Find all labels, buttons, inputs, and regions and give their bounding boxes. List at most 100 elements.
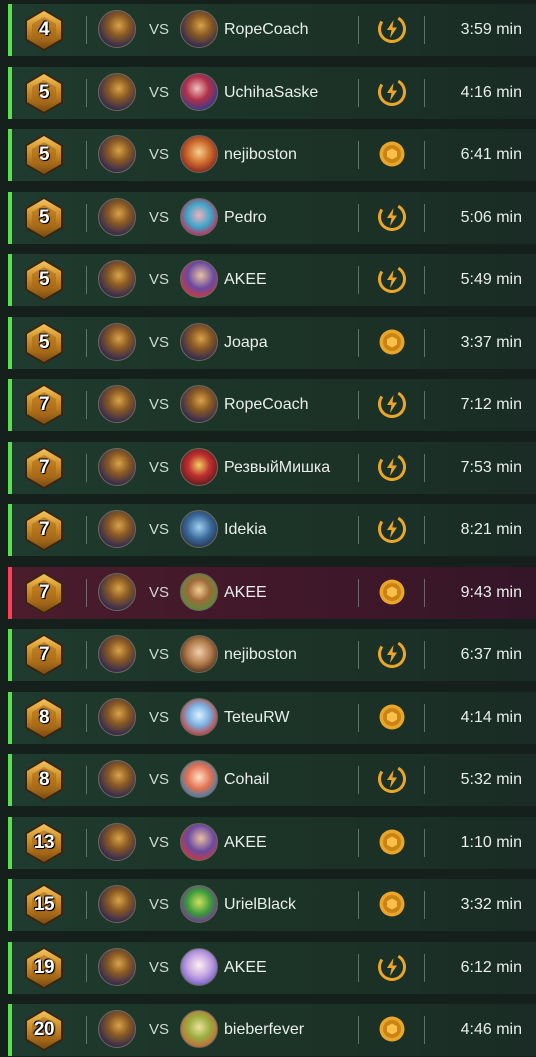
opponent-name[interactable]: RopeCoach — [224, 379, 309, 431]
mode-icon — [378, 202, 406, 231]
match-row[interactable]: 4 VS RopeCoach 3:59 min — [8, 4, 536, 56]
opponent-name[interactable]: nejiboston — [224, 129, 297, 181]
match-row[interactable]: 13 VS AKEE 1:10 min — [8, 816, 536, 869]
match-row[interactable]: 7 VS РезвыйМишка 7:53 min — [8, 441, 536, 494]
opponent-name[interactable]: Idekia — [224, 504, 267, 556]
mode-icon — [378, 640, 406, 668]
match-row[interactable]: 7 VS AKEE 9:43 min — [8, 566, 536, 619]
opponent-name[interactable]: UrielBlack — [224, 879, 296, 931]
match-row[interactable]: 20 VS bieberfever 4:46 min — [8, 1004, 536, 1056]
player-avatar — [98, 135, 136, 173]
opponent-avatar[interactable] — [180, 885, 218, 923]
player-avatar — [98, 760, 136, 798]
divider — [424, 16, 425, 44]
lightning-icon — [378, 15, 406, 44]
divider — [358, 391, 359, 419]
mode-icon — [378, 703, 406, 731]
opponent-name[interactable]: AKEE — [224, 254, 267, 306]
match-duration: 3:32 min — [460, 896, 522, 913]
divider — [358, 641, 359, 669]
divider — [358, 578, 359, 607]
mode-icon — [378, 390, 406, 418]
opponent-name[interactable]: Joapa — [224, 317, 268, 369]
opponent-name[interactable]: AKEE — [224, 942, 267, 994]
mode-icon — [378, 15, 406, 44]
divider — [424, 953, 425, 982]
opponent-avatar[interactable] — [180, 385, 218, 423]
mode-icon — [378, 1015, 406, 1043]
divider — [86, 141, 87, 169]
placement-number: 5 — [38, 331, 50, 353]
opponent-name[interactable]: RopeCoach — [224, 4, 309, 56]
match-row[interactable]: 7 VS Idekia 8:21 min — [8, 504, 536, 556]
opponent-name[interactable]: UchihaSaske — [224, 67, 318, 119]
opponent-avatar[interactable] — [180, 322, 218, 361]
vs-label: VS — [149, 1021, 170, 1038]
opponent-name[interactable]: TeteuRW — [224, 692, 290, 744]
opponent-avatar[interactable] — [180, 135, 218, 173]
match-row[interactable]: 15 VS UrielBlack 3:32 min — [8, 879, 536, 931]
opponent-avatar[interactable] — [180, 10, 218, 48]
divider — [358, 266, 359, 294]
placement-badge: 5 — [22, 321, 66, 365]
divider — [358, 828, 359, 857]
opponent-avatar[interactable] — [180, 760, 218, 798]
opponent-avatar[interactable] — [180, 1010, 218, 1048]
divider — [86, 391, 87, 419]
match-row[interactable]: 8 VS Cohail 5:32 min — [8, 754, 536, 806]
placement-number: 7 — [38, 394, 50, 415]
match-duration: 6:12 min — [460, 958, 522, 976]
divider — [86, 891, 87, 919]
opponent-name[interactable]: Pedro — [224, 192, 267, 244]
match-row[interactable]: 7 VS RopeCoach 7:12 min — [8, 379, 536, 431]
vs-label: VS — [149, 646, 170, 663]
opponent-name[interactable]: AKEE — [224, 567, 267, 619]
opponent-avatar[interactable] — [180, 447, 218, 486]
player-avatar — [98, 72, 136, 111]
divider — [358, 516, 359, 544]
placement-badge: 5 — [22, 258, 66, 302]
match-row[interactable]: 5 VS AKEE 5:49 min — [8, 254, 536, 306]
divider — [358, 953, 359, 982]
opponent-name[interactable]: bieberfever — [224, 1004, 304, 1056]
opponent-avatar[interactable] — [180, 572, 218, 611]
vs-label: VS — [149, 83, 170, 101]
opponent-name[interactable]: Cohail — [224, 754, 269, 806]
opponent-name[interactable]: AKEE — [224, 817, 267, 869]
player-avatar — [98, 10, 136, 48]
player-avatar — [98, 322, 136, 361]
match-row[interactable]: 5 VS nejiboston 6:41 min — [8, 129, 536, 181]
divider — [86, 703, 87, 732]
placement-badge: 5 — [22, 71, 66, 115]
divider — [424, 453, 425, 482]
placement-badge: 8 — [22, 696, 66, 740]
opponent-avatar[interactable] — [180, 947, 218, 986]
match-row[interactable]: 5 VS UchihaSaske 4:16 min — [8, 66, 536, 119]
match-row[interactable]: 5 VS Joapa 3:37 min — [8, 316, 536, 369]
match-row[interactable]: 19 VS AKEE 6:12 min — [8, 941, 536, 994]
opponent-avatar[interactable] — [180, 697, 218, 736]
match-row[interactable]: 8 VS TeteuRW 4:14 min — [8, 691, 536, 744]
opponent-avatar[interactable] — [180, 822, 218, 861]
match-row[interactable]: 5 VS Pedro 5:06 min — [8, 191, 536, 244]
opponent-avatar[interactable] — [180, 510, 218, 548]
match-duration: 6:41 min — [460, 146, 522, 163]
divider — [424, 703, 425, 732]
divider — [424, 641, 425, 669]
placement-badge: 8 — [22, 758, 66, 802]
opponent-avatar[interactable] — [180, 635, 218, 673]
opponent-name[interactable]: РезвыйМишка — [224, 442, 330, 494]
match-duration: 5:49 min — [460, 271, 522, 288]
match-row[interactable]: 7 VS nejiboston 6:37 min — [8, 629, 536, 681]
placement-badge: 7 — [22, 633, 66, 677]
opponent-name[interactable]: nejiboston — [224, 629, 297, 681]
coin-icon — [379, 579, 405, 604]
divider — [86, 328, 87, 357]
divider — [86, 641, 87, 669]
divider — [424, 266, 425, 294]
opponent-avatar[interactable] — [180, 260, 218, 298]
opponent-avatar[interactable] — [180, 197, 218, 236]
divider — [86, 953, 87, 982]
placement-number: 8 — [38, 769, 50, 790]
opponent-avatar[interactable] — [180, 72, 218, 111]
